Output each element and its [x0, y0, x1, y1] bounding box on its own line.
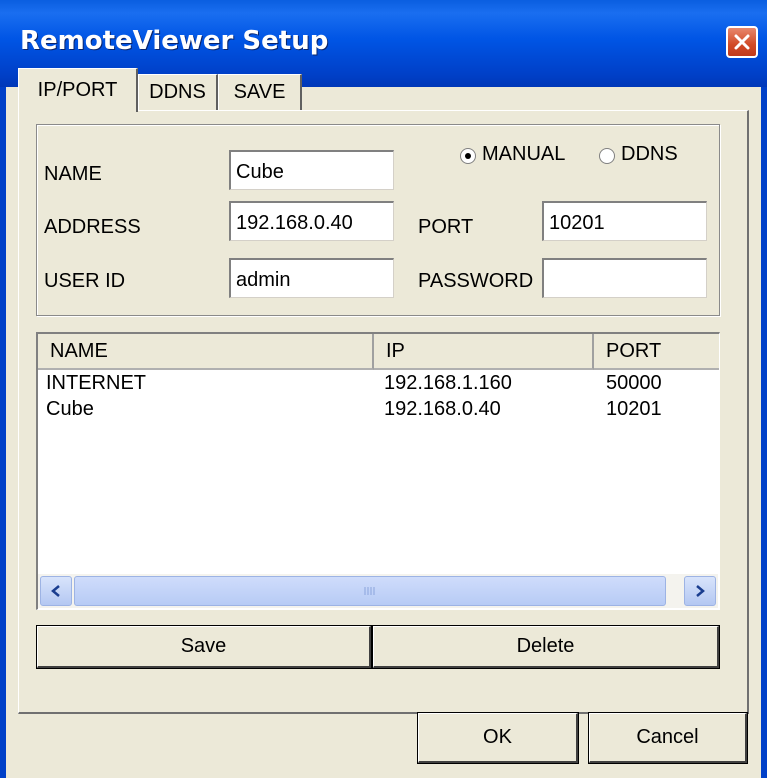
save-button[interactable]: Save — [37, 626, 371, 668]
ok-button-label: OK — [483, 726, 512, 748]
column-header-port[interactable]: PORT — [594, 334, 719, 370]
grip-icon — [364, 587, 375, 595]
column-header-ip[interactable]: IP — [374, 334, 594, 370]
row-port[interactable]: 10201 — [606, 398, 662, 421]
column-header-name[interactable]: NAME — [38, 334, 374, 370]
close-button[interactable] — [726, 26, 758, 58]
password-label: PASSWORD — [418, 270, 534, 292]
manual-radio[interactable] — [460, 148, 476, 164]
tab-ip-port[interactable]: IP/PORT — [18, 68, 138, 112]
row-ip[interactable]: 192.168.0.40 — [384, 398, 501, 421]
address-label: ADDRESS — [44, 216, 141, 238]
row-ip[interactable]: 192.168.1.160 — [384, 372, 512, 395]
chevron-left-icon — [51, 585, 60, 597]
cancel-button-label: Cancel — [636, 726, 699, 748]
address-input[interactable] — [229, 201, 394, 241]
row-name[interactable]: INTERNET — [46, 372, 146, 395]
delete-button[interactable]: Delete — [373, 626, 719, 668]
user-id-label: USER ID — [44, 270, 126, 292]
row-port[interactable]: 50000 — [606, 372, 662, 395]
scroll-thumb[interactable] — [74, 576, 666, 606]
ok-button[interactable]: OK — [418, 713, 578, 763]
name-input[interactable] — [229, 150, 394, 190]
chevron-right-icon — [696, 585, 705, 597]
window-frame-right — [761, 87, 767, 778]
scroll-left-button[interactable] — [40, 576, 72, 606]
password-input[interactable] — [542, 258, 707, 298]
tab-label: DDNS — [149, 81, 206, 103]
window-frame-left — [0, 87, 6, 778]
cancel-button[interactable]: Cancel — [589, 713, 747, 763]
delete-button-label: Delete — [516, 635, 575, 657]
tab-label: IP/PORT — [37, 79, 118, 101]
manual-radio-label[interactable]: MANUAL — [482, 143, 565, 166]
port-label: PORT — [418, 216, 474, 238]
horizontal-scrollbar[interactable] — [38, 574, 718, 608]
list-header: NAME IP PORT — [38, 334, 719, 370]
save-button-label: Save — [180, 635, 227, 657]
tab-save[interactable]: SAVE — [218, 74, 302, 110]
port-input[interactable] — [542, 201, 707, 241]
name-label: NAME — [44, 163, 102, 185]
close-icon — [734, 34, 750, 50]
tab-label: SAVE — [233, 81, 286, 103]
ddns-radio-label[interactable]: DDNS — [621, 143, 693, 166]
tab-ddns[interactable]: DDNS — [138, 74, 218, 110]
window-title: RemoteViewer Setup — [20, 26, 329, 56]
row-name[interactable]: Cube — [46, 398, 94, 421]
ddns-radio[interactable] — [599, 148, 615, 164]
scroll-right-button[interactable] — [684, 576, 716, 606]
server-list[interactable]: NAME IP PORT INTERNET 192.168.1.160 5000… — [36, 332, 720, 610]
user-id-input[interactable] — [229, 258, 394, 298]
